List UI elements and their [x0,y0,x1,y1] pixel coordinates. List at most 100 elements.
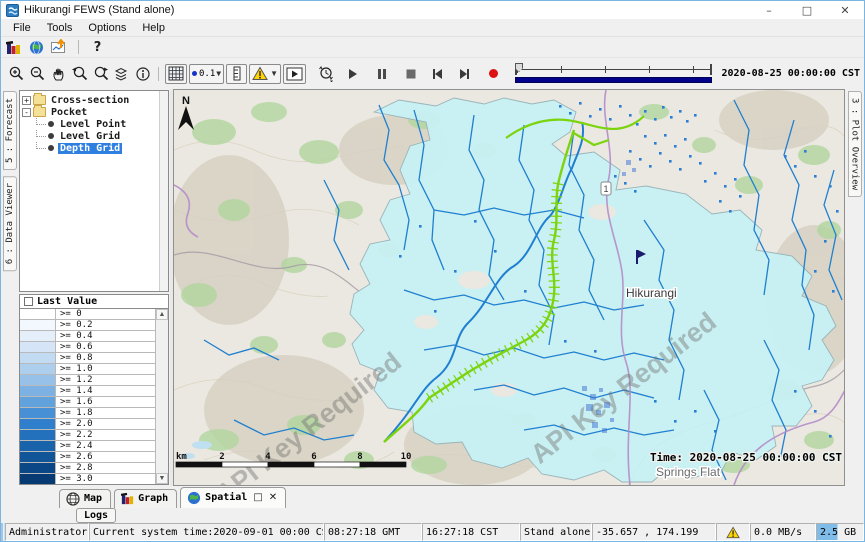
tab-map[interactable]: Map [59,489,111,508]
right-tab-strip: 3 : Plot Overview [845,89,864,486]
status-bar: Administrator Current system time:2020-0… [1,523,864,541]
step-forward-button[interactable] [455,64,474,84]
legend-color-swatch [20,419,56,429]
help-icon[interactable]: ? [89,39,106,55]
legend-color-swatch [20,375,56,385]
left-panel: + Cross-section - Pocket Level Point [18,89,170,486]
timeseries-display-icon[interactable] [51,39,68,55]
animation-button[interactable] [283,64,306,84]
legend-row-label: >= 0 [56,309,155,319]
maximize-button[interactable]: □ [788,1,826,19]
tree-item-level-point[interactable]: Level Point [22,118,159,130]
timeline-slider[interactable] [515,64,712,83]
area-label: Springs Flat [656,465,721,479]
legend-row: >= 2.4 [20,441,155,452]
legend-row: >= 1.0 [20,364,155,375]
tree-item-label[interactable]: Pocket [49,107,89,118]
record-button[interactable] [484,64,503,84]
info-icon[interactable] [133,64,152,84]
play-button[interactable] [343,64,362,84]
data-explorer-icon[interactable] [5,39,22,55]
tree-connector [36,118,46,125]
legend-color-swatch [20,408,56,418]
collapse-icon[interactable]: - [22,108,31,117]
pause-button[interactable] [372,64,391,84]
tree-item-pocket[interactable]: - Pocket [22,106,159,118]
classbreak-value: 0.1 [199,69,215,79]
menu-options[interactable]: Options [80,21,134,35]
zoom-in-icon[interactable] [7,64,26,84]
map-canvas[interactable]: 1 API Key Required API Key Required Hiku… [174,90,845,485]
minimize-button[interactable]: – [750,1,788,19]
tab-forecast[interactable]: 5 : Forecast [3,91,17,170]
legend-panel: Last Value >= 0>= 0.2>= 0.4>= 0.6>= 0.8>… [19,294,169,485]
zoom-next-icon[interactable] [91,64,110,84]
legend-row-label: >= 1.0 [56,364,155,374]
step-back-button[interactable] [428,64,447,84]
legend-color-swatch [20,397,56,407]
pan-icon[interactable] [49,64,68,84]
logs-button[interactable]: Logs [76,508,116,523]
map-globe-icon[interactable] [28,39,45,55]
legend-row-label: >= 0.6 [56,342,155,352]
menu-tools[interactable]: Tools [39,21,81,35]
tab-close-icon[interactable]: ✕ [269,492,277,503]
app-icon [6,4,19,17]
status-warning-cell[interactable] [716,523,750,541]
scalebar-toggle-button[interactable] [226,64,247,84]
tab-spatial[interactable]: Spatial □ ✕ [180,487,286,508]
warning-icon [726,526,741,539]
legend-row: >= 1.4 [20,386,155,397]
legend-row: >= 0 [20,309,155,320]
map-view[interactable]: 1 API Key Required API Key Required Hiku… [173,89,845,486]
tree-item-label[interactable]: Level Grid [58,131,122,142]
classbreak-value-dropdown[interactable]: 0.1 ▼ [189,64,224,84]
tab-graph[interactable]: Graph [114,489,177,508]
legend-scrollbar[interactable]: ▲ ▼ [155,309,168,484]
legend-color-swatch [20,463,56,473]
status-local-time: 16:27:18 CST [422,523,520,541]
tab-plot-overview[interactable]: 3 : Plot Overview [848,91,862,197]
window-title: Hikurangi FEWS (Stand alone) [24,4,174,16]
close-button[interactable]: ✕ [826,1,864,19]
title-bar: Hikurangi FEWS (Stand alone) – □ ✕ [1,1,864,19]
time-settings-icon[interactable] [316,64,335,84]
legend-row: >= 0.8 [20,353,155,364]
status-user: Administrator [5,523,89,541]
tree-item-label[interactable]: Cross-section [49,95,131,106]
scroll-up-icon[interactable]: ▲ [156,309,168,320]
expand-icon[interactable]: + [22,96,31,105]
layers-icon[interactable] [112,64,131,84]
legend-row: >= 1.6 [20,397,155,408]
status-mode: Stand alone [520,523,592,541]
tab-restore-icon[interactable]: □ [253,492,262,503]
toolbar-separator [78,40,79,54]
legend-color-swatch [20,452,56,462]
svg-text:10: 10 [401,452,412,462]
legend-row: >= 2.0 [20,419,155,430]
tab-data-viewer[interactable]: 6 : Data Viewer [3,176,17,271]
legend-color-swatch [20,342,56,352]
bar-chart-icon [121,492,134,505]
zoom-previous-icon[interactable] [70,64,89,84]
warning-filter-dropdown[interactable]: ▼ [249,64,281,84]
scroll-down-icon[interactable]: ▼ [156,473,168,484]
last-value-checkbox[interactable] [24,297,33,306]
stop-button[interactable] [401,64,420,84]
menu-help[interactable]: Help [134,21,173,35]
tree-scrollbar[interactable] [159,91,168,291]
menu-file[interactable]: File [5,21,39,35]
legend-color-swatch [20,474,56,484]
tree-item-level-grid[interactable]: Level Grid [22,130,159,142]
tree-item-depth-grid[interactable]: Depth Grid [22,142,159,154]
tree-item-label[interactable]: Level Point [58,119,128,130]
legend-color-swatch [20,441,56,451]
tree-item-cross-section[interactable]: + Cross-section [22,94,159,106]
legend-row-label: >= 1.6 [56,397,155,407]
status-memory-gauge: 2.5 GB [816,523,864,541]
grid-display-button[interactable] [165,64,187,84]
globe-icon [187,491,201,505]
tree-item-label-selected[interactable]: Depth Grid [58,143,122,154]
zoom-out-icon[interactable] [28,64,47,84]
node-bullet-icon [48,133,54,139]
